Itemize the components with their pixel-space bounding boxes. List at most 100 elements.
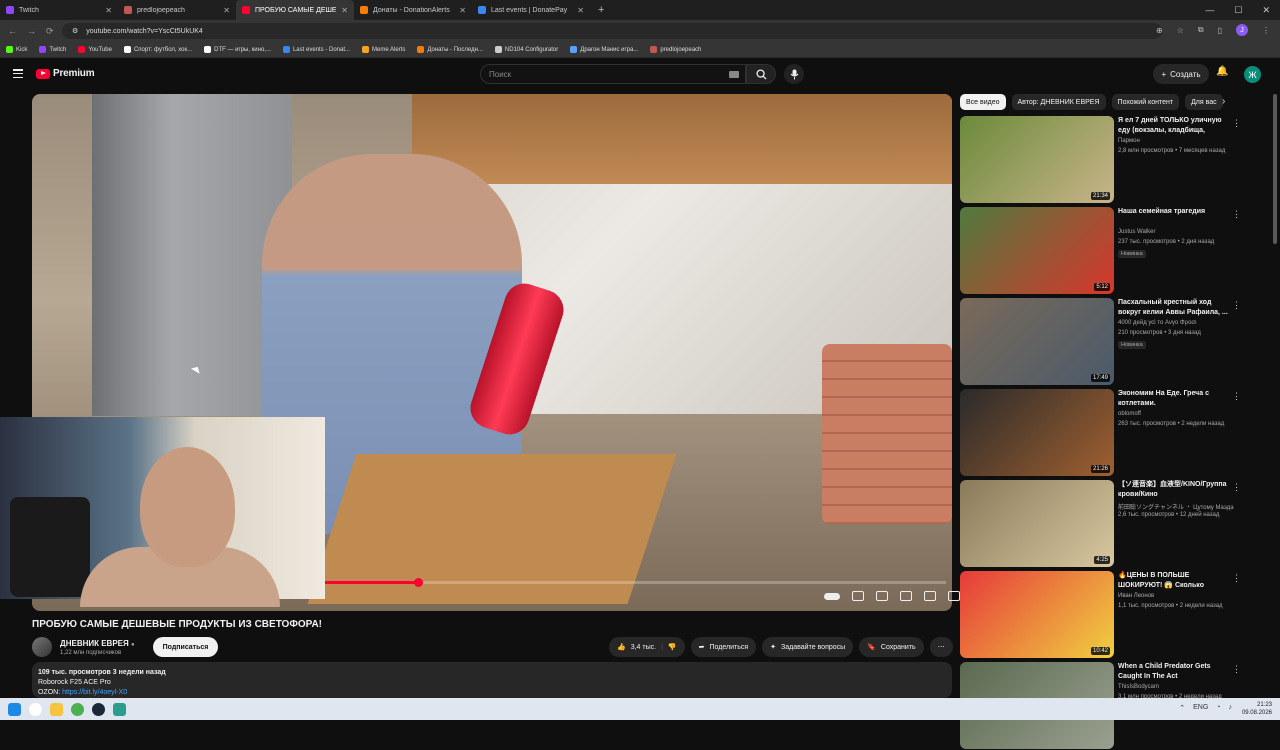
more-vert-icon[interactable]: ⋮ — [1232, 391, 1241, 402]
more-vert-icon[interactable]: ⋮ — [1232, 300, 1241, 311]
save-button[interactable]: 🔖 Сохранить — [859, 637, 924, 657]
forward-icon[interactable]: → — [27, 26, 36, 36]
browser-tab[interactable]: Twitch ✕ — [0, 0, 118, 20]
app-icon[interactable] — [113, 702, 126, 716]
search-button[interactable] — [746, 64, 776, 84]
filter-chip[interactable]: Для вас — [1185, 94, 1223, 110]
minimize-icon[interactable]: — — [1205, 5, 1214, 15]
chrome-icon[interactable] — [71, 702, 84, 716]
maximize-icon[interactable]: ☐ — [1234, 5, 1242, 16]
tab-close-icon[interactable]: ✕ — [577, 6, 584, 15]
recommended-video[interactable]: 10:42 🔥ЦЕНЫ В ПОЛЬШЕ ШОКИРУЮТ! 😱 Сколько … — [960, 571, 1245, 659]
ask-questions-button[interactable]: ✦ Задавайте вопросы — [762, 637, 854, 657]
volume-icon[interactable]: ♪ — [1229, 704, 1233, 712]
bookmark-item[interactable]: Спорт: футбол, хок... — [123, 46, 192, 53]
tab-close-icon[interactable]: ✕ — [223, 6, 230, 15]
bookmark-star-icon[interactable]: ☆ — [1177, 26, 1184, 35]
steam-icon[interactable] — [92, 702, 105, 716]
video-thumbnail[interactable]: 21:34 — [960, 116, 1114, 203]
bookmark-item[interactable]: Kick — [6, 46, 27, 53]
channel-name[interactable]: Пармон — [1118, 138, 1140, 144]
channel-avatar[interactable] — [32, 637, 52, 657]
share-button[interactable]: ➦ Поделиться — [690, 637, 757, 657]
video-thumbnail[interactable]: 21:26 — [960, 389, 1114, 476]
voice-search-button[interactable] — [784, 64, 804, 84]
wifi-icon[interactable]: ◔ — [1216, 704, 1220, 712]
page-scrollbar[interactable] — [1273, 94, 1277, 244]
recommended-video[interactable]: 5:12 Наша семейная трагедия Justus Walker 2… — [960, 207, 1245, 295]
menu-icon[interactable] — [13, 69, 23, 78]
filter-chip[interactable]: Автор: ДНЕВНИК ЕВРЕЯ — [1011, 94, 1106, 110]
channel-name[interactable]: 前田聡ソングチャンネル ・ Цутому Маэда — [1118, 502, 1234, 511]
more-actions-button[interactable]: ⋯ — [929, 637, 953, 657]
channel-name[interactable]: ДНЕВНИК ЕВРЕЯ ● — [60, 639, 135, 648]
description-box[interactable]: 109 тыс. просмотров 3 недели назад Robor… — [32, 662, 952, 698]
settings-gear-icon[interactable] — [876, 591, 888, 601]
browser-menu-icon[interactable]: ⋮ — [1262, 26, 1270, 35]
clock[interactable]: 21:23 09.08.2026 — [1242, 701, 1272, 717]
fullscreen-icon[interactable] — [948, 591, 960, 601]
video-thumbnail[interactable]: 4:25 — [960, 480, 1114, 567]
recommended-video[interactable]: 21:34 Я ел 7 дней ТОЛЬКО уличную еду (вок… — [960, 116, 1245, 204]
subscribe-button[interactable]: Подписаться — [152, 637, 219, 657]
tab-close-icon[interactable]: ✕ — [105, 6, 112, 15]
sidebar-icon[interactable]: ▯ — [1218, 26, 1222, 35]
more-vert-icon[interactable]: ⋮ — [1232, 664, 1241, 675]
bookmark-item[interactable]: Meme Alerts — [362, 46, 405, 53]
language-indicator[interactable]: ENG — [1193, 704, 1208, 712]
chevron-right-icon[interactable]: › — [1222, 96, 1225, 107]
more-vert-icon[interactable]: ⋮ — [1232, 209, 1241, 220]
video-thumbnail[interactable]: 5:12 — [960, 207, 1114, 294]
url-field[interactable]: ⚙ youtube.com/watch?v=YscCt5UkUK4 — [62, 23, 1162, 39]
more-vert-icon[interactable]: ⋮ — [1232, 482, 1241, 493]
filter-chip[interactable]: Все видео — [960, 94, 1006, 110]
bookmark-item[interactable]: ND104 Configurator — [494, 46, 558, 53]
description-link[interactable]: https://bit.ly/4oeyl-X0 — [62, 689, 127, 696]
thumbs-down-icon[interactable]: 👎 — [668, 643, 677, 651]
windows-start-icon[interactable] — [8, 702, 21, 716]
filter-chip[interactable]: Похожий контент — [1111, 94, 1180, 110]
extensions-icon[interactable]: ⧉ — [1198, 25, 1204, 35]
chevron-up-icon[interactable]: ⌃ — [1179, 704, 1185, 712]
subtitles-icon[interactable] — [852, 591, 864, 601]
video-title[interactable]: Пасхальный крестный ход вокруг келии Авв… — [1118, 298, 1230, 318]
tab-close-icon[interactable]: ✕ — [341, 6, 348, 15]
channel-name[interactable]: Justus Walker — [1118, 229, 1155, 235]
video-title[interactable]: 🔥ЦЕНЫ В ПОЛЬШЕ ШОКИРУЮТ! 😱 Сколько стоит… — [1118, 571, 1230, 591]
video-title[interactable]: 【ソ連音楽】血液型/KINO/Группа крови/Кино — [1118, 480, 1230, 500]
miniplayer-icon[interactable] — [900, 591, 912, 601]
video-title[interactable]: Наша семейная трагедия — [1118, 207, 1230, 217]
more-vert-icon[interactable]: ⋮ — [1232, 118, 1241, 129]
account-avatar[interactable]: Ж — [1244, 66, 1261, 83]
search-input[interactable]: Поиск — [480, 64, 746, 84]
close-window-icon[interactable]: ✕ — [1262, 5, 1270, 16]
bookmark-item[interactable]: YouTube — [78, 46, 112, 53]
create-button[interactable]: + Создать — [1153, 64, 1209, 84]
video-progress-bar[interactable] — [325, 578, 946, 587]
more-vert-icon[interactable]: ⋮ — [1232, 573, 1241, 584]
keyboard-icon[interactable] — [729, 71, 739, 78]
bookmark-item[interactable]: Last events - Donat... — [282, 46, 350, 53]
install-icon[interactable]: ⊕ — [1156, 26, 1163, 35]
autoplay-toggle[interactable] — [824, 592, 840, 600]
reload-icon[interactable]: ⟳ — [46, 26, 54, 37]
profile-avatar[interactable]: J — [1236, 24, 1248, 36]
bookmark-item[interactable]: Донаты - Последн... — [417, 46, 483, 53]
notifications-bell-icon[interactable]: 🔔 — [1216, 66, 1228, 77]
theater-mode-icon[interactable] — [924, 591, 936, 601]
yandex-browser-icon[interactable] — [29, 702, 42, 716]
browser-tab[interactable]: Донаты - DonationAlerts ✕ — [354, 0, 472, 20]
browser-tab[interactable]: ПРОБУЮ САМЫЕ ДЕШЕВ ✕ — [236, 0, 354, 20]
video-title[interactable]: Я ел 7 дней ТОЛЬКО уличную еду (вокзалы,… — [1118, 116, 1230, 136]
file-explorer-icon[interactable] — [50, 702, 63, 716]
video-thumbnail[interactable]: 17:49 — [960, 298, 1114, 385]
bookmark-item[interactable]: Драгон Манис игра... — [570, 46, 638, 53]
video-thumbnail[interactable]: 10:42 — [960, 571, 1114, 658]
back-icon[interactable]: ← — [8, 26, 17, 36]
youtube-logo[interactable]: Premium — [36, 68, 95, 79]
browser-tab[interactable]: predlojoepeach ✕ — [118, 0, 236, 20]
channel-name[interactable]: Иван Леонов — [1118, 593, 1154, 599]
bookmark-item[interactable]: Twitch — [39, 46, 66, 53]
bookmark-item[interactable]: predlojoepeach — [650, 46, 701, 53]
recommended-video[interactable]: 17:49 Пасхальный крестный ход вокруг кели… — [960, 298, 1245, 386]
